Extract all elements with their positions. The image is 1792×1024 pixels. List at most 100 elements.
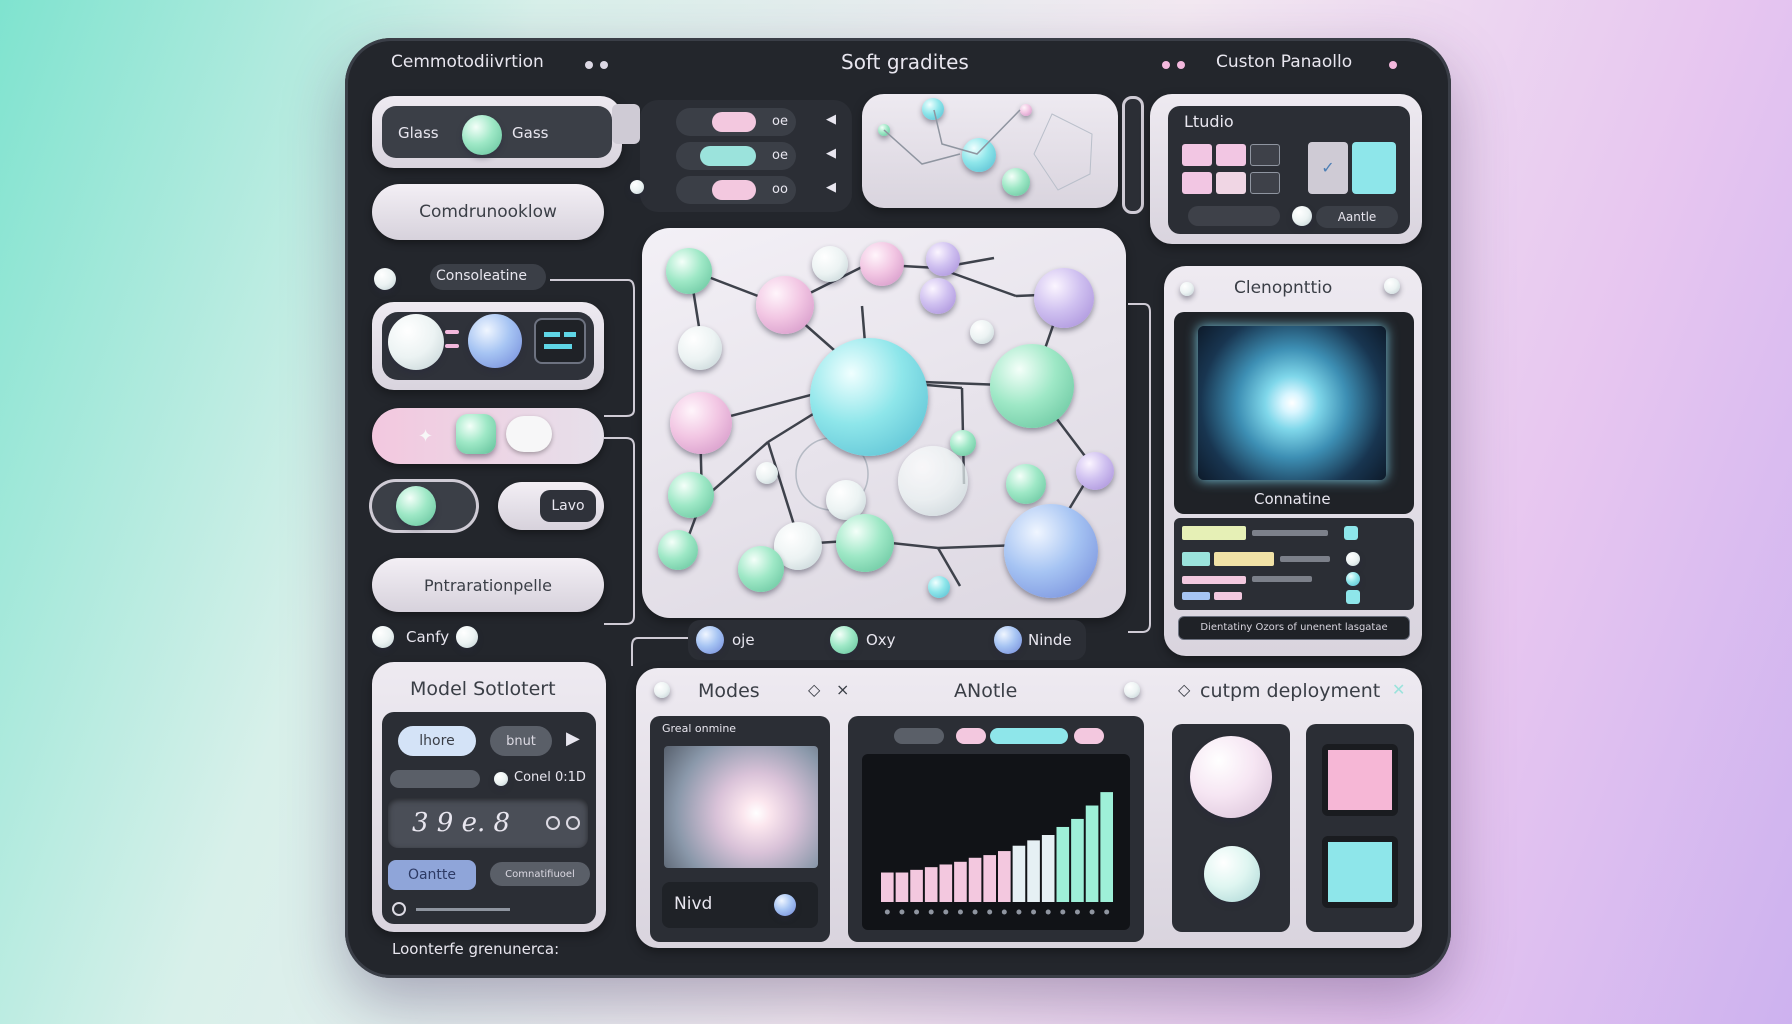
mini-toggle-fill [700,146,756,166]
list-bar [1182,526,1246,540]
chevron-icon[interactable]: ◀ [826,180,836,195]
swatch[interactable] [1250,172,1280,194]
chart-tick [1045,909,1051,915]
preview-image[interactable] [1198,326,1386,480]
orb-toggle-knob[interactable] [396,486,436,526]
node-card-image[interactable] [664,746,818,868]
graph-node[interactable] [920,278,956,314]
deploy-orb-large[interactable] [1190,736,1272,818]
swatch[interactable] [1216,144,1246,166]
model-button-2[interactable]: bnut [490,726,552,756]
close-icon[interactable]: ⨯ [836,680,849,699]
chart-tick [957,909,963,915]
list-icon[interactable] [1346,572,1360,586]
graph-node[interactable] [970,320,994,344]
radio-icon[interactable] [546,816,560,830]
close-icon[interactable]: ✕ [1392,680,1405,699]
model-slider[interactable] [390,770,480,788]
deploy-orb-small[interactable] [1204,846,1260,902]
graph-node[interactable] [836,514,894,572]
chevron-icon[interactable]: ◀ [826,146,836,161]
chart-tab[interactable] [990,728,1068,744]
play-icon[interactable]: ▶ [566,728,580,749]
graph-node[interactable] [678,326,722,370]
button-comdrunooklow[interactable]: Comdrunooklow [372,184,604,240]
graph-hub-node[interactable] [810,338,928,456]
graph-node[interactable] [860,242,904,286]
swatch[interactable] [1182,172,1212,194]
preview-title: Clenopnttio [1234,278,1333,298]
chart-bar [924,867,938,902]
radio-icon[interactable] [1180,282,1194,296]
teal-swatch[interactable] [1352,142,1396,194]
radio-icon[interactable] [494,772,508,786]
chart-tick [972,909,978,915]
chart-tab[interactable] [894,728,944,744]
list-icon[interactable] [1346,590,1360,604]
connector-lines [1128,303,1151,633]
graph-node[interactable] [1004,504,1098,598]
graph-node[interactable] [668,472,714,518]
radio-icon[interactable] [566,816,580,830]
graph-node[interactable] [1034,268,1094,328]
chart-tab[interactable] [956,728,986,744]
diamond-icon[interactable]: ◇ [808,680,820,699]
graph-node[interactable] [666,248,712,294]
mini-toggle-fill [712,112,756,132]
nod-toggle[interactable] [774,894,796,916]
graph-node[interactable] [926,242,960,276]
mini-toggle-fill [712,180,756,200]
progress-track[interactable] [416,908,510,911]
deploy-teal-swatch[interactable] [1322,836,1398,908]
graph-node[interactable] [990,344,1074,428]
swatch[interactable] [1182,144,1212,166]
radio-icon[interactable] [654,682,670,698]
chart-tab[interactable] [1074,728,1104,744]
model-button-4[interactable]: Comnatifiuoel [490,862,590,886]
graph-node[interactable] [756,276,814,334]
graph-node[interactable] [1076,452,1114,490]
node-item-label[interactable]: Ninde [1028,631,1072,649]
ltudio-footer-button[interactable]: Aantle [1316,206,1398,228]
list-icon[interactable] [1344,526,1358,540]
settings-icon[interactable] [456,626,478,648]
node-item-label[interactable]: oje [732,631,755,649]
check-icon[interactable]: ✓ [1308,142,1348,194]
graph-node[interactable] [670,392,732,454]
chart-tick [943,909,949,915]
chevron-icon[interactable]: ◀ [826,112,836,127]
glass-toggle-knob[interactable] [462,115,502,155]
graph-node[interactable] [812,246,848,282]
swatch[interactable] [1216,172,1246,194]
graph-node[interactable] [738,546,784,592]
model-button-1[interactable]: lhore [398,726,476,756]
radio-icon[interactable] [392,902,406,916]
swatch[interactable] [1250,144,1280,166]
node-orb[interactable] [994,626,1022,654]
graph-node[interactable] [898,446,968,516]
node-item-label[interactable]: Oxy [866,631,896,649]
chart-bar [954,861,967,902]
footer-text: Loonterfe grenunerca: [392,940,560,958]
blue-orb-button[interactable] [468,314,522,368]
graph-node[interactable] [1006,464,1046,504]
chart-bar [1056,826,1070,902]
node-orb[interactable] [830,626,858,654]
radio-icon[interactable] [372,626,394,648]
gem-icon[interactable] [388,314,444,370]
node-orb[interactable] [696,626,724,654]
radio-icon[interactable] [1124,682,1140,698]
toggle-icon[interactable] [1292,206,1312,226]
graph-node[interactable] [756,462,778,484]
list-icon[interactable] [1346,552,1360,566]
chart-bar [1027,840,1040,902]
toggle-icon[interactable] [1384,278,1400,294]
diamond-icon[interactable]: ◇ [1178,680,1190,699]
graph-node[interactable] [658,530,698,570]
radio-icon[interactable] [374,268,396,290]
modes-label: Modes [698,680,760,702]
slider-track[interactable] [1188,206,1280,226]
deploy-pink-swatch[interactable] [1322,744,1398,816]
model-button-3[interactable]: Oantte [388,860,476,890]
graph-node[interactable] [928,576,950,598]
